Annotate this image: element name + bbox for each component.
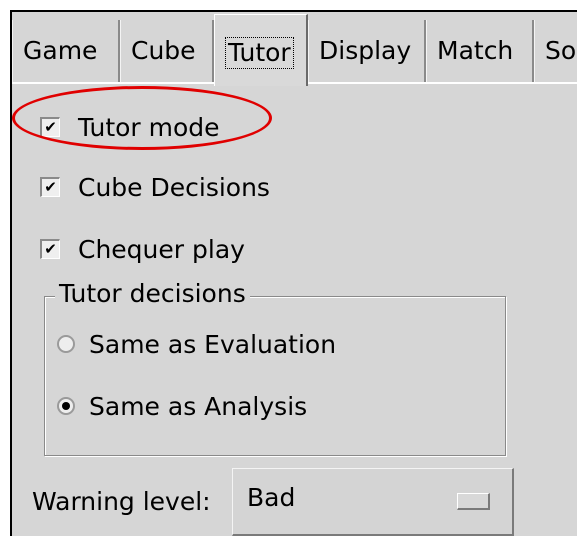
warning-level-value: Bad	[247, 483, 296, 512]
tab-cube-label: Cube	[131, 36, 196, 65]
tutor-mode-checkbox[interactable]: ✔ Tutor mode	[40, 110, 220, 144]
tab-cube[interactable]: Cube	[120, 20, 214, 82]
tab-tutor[interactable]: Tutor	[214, 14, 308, 86]
tab-match[interactable]: Match	[426, 20, 534, 82]
same-as-analysis-label: Same as Analysis	[89, 391, 308, 421]
check-icon: ✔	[40, 177, 60, 197]
radio-unselected-icon	[57, 335, 75, 353]
tab-sound[interactable]: Sou	[534, 20, 577, 82]
preferences-panel: Game Cube Tutor Display Match Sou ✔ Tuto…	[10, 10, 577, 536]
tutor-decisions-group: Tutor decisions Same as Evaluation Same …	[44, 279, 506, 456]
tab-tutor-label: Tutor	[225, 37, 294, 69]
option-menu-indicator-icon	[457, 493, 490, 510]
warning-level-label: Warning level:	[32, 487, 211, 516]
warning-level-dropdown[interactable]: Bad	[232, 468, 514, 536]
tab-bar: Game Cube Tutor Display Match Sou	[12, 12, 577, 92]
tutor-decisions-title: Tutor decisions	[55, 279, 250, 308]
check-icon: ✔	[40, 239, 60, 259]
tab-sound-label: Sou	[545, 36, 577, 65]
check-icon: ✔	[40, 117, 60, 137]
chequer-play-checkbox[interactable]: ✔ Chequer play	[40, 232, 245, 266]
tab-display[interactable]: Display	[308, 20, 426, 82]
cube-decisions-label: Cube Decisions	[78, 172, 270, 202]
cube-decisions-checkbox[interactable]: ✔ Cube Decisions	[40, 170, 270, 204]
tab-game-label: Game	[23, 36, 98, 65]
same-as-evaluation-radio[interactable]: Same as Evaluation	[57, 327, 336, 361]
same-as-evaluation-label: Same as Evaluation	[89, 329, 337, 359]
chequer-play-label: Chequer play	[78, 234, 245, 264]
tab-game[interactable]: Game	[12, 20, 120, 82]
same-as-analysis-radio[interactable]: Same as Analysis	[57, 389, 307, 423]
radio-selected-icon	[57, 397, 75, 415]
tab-match-label: Match	[437, 36, 514, 65]
tab-display-label: Display	[319, 36, 412, 65]
tutor-mode-label: Tutor mode	[78, 112, 220, 142]
